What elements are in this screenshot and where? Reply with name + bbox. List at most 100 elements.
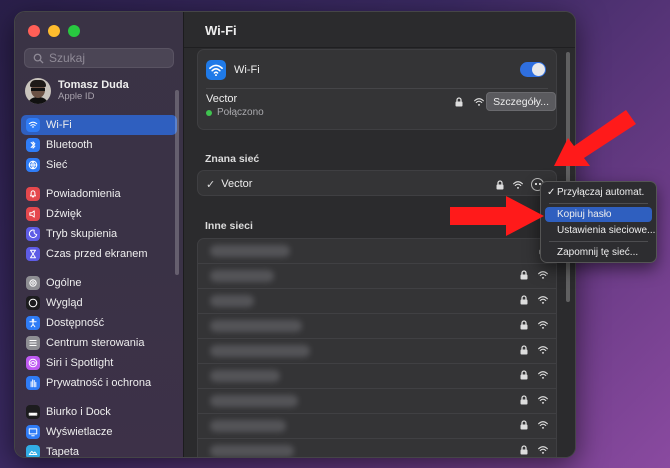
menu-item-network-settings[interactable]: Ustawienia sieciowe...: [545, 223, 655, 238]
speaker-icon: [26, 207, 40, 221]
minimize-button[interactable]: [48, 25, 60, 37]
sidebar-item-control-center[interactable]: Centrum sterowania: [21, 333, 177, 353]
sidebar-item-label: Tapeta: [46, 446, 80, 458]
sidebar-item-bluetooth[interactable]: Bluetooth: [21, 135, 177, 155]
status-dot-icon: [206, 109, 212, 116]
other-network-row[interactable]: [198, 264, 556, 289]
sidebar-item-label: Czas przed ekranem: [46, 248, 148, 260]
close-button[interactable]: [28, 25, 40, 37]
sidebar-item-globe[interactable]: Sieć: [21, 155, 177, 175]
wifi-signal-icon: [513, 180, 523, 189]
blurred-network-name: [210, 245, 290, 257]
wifi-card: Wi-Fi Vector Połączono Szczegóły...: [197, 49, 557, 130]
lock-icon: [520, 370, 528, 380]
other-network-row[interactable]: [198, 239, 556, 264]
wifi-signal-icon: [538, 321, 548, 329]
hand-icon: [26, 376, 40, 390]
sidebar-item-wallpaper[interactable]: Tapeta: [21, 442, 177, 458]
sidebar-item-label: Prywatność i ochrona: [46, 377, 152, 389]
sidebar-item-siri[interactable]: Siri i Spotlight: [21, 353, 177, 373]
lock-icon: [520, 295, 528, 305]
moon-icon: [26, 227, 40, 241]
sidebar: Tomasz Duda Apple ID Wi-Fi Bluetooth Sieć P…: [15, 12, 184, 457]
menu-item-copy-password[interactable]: Kopiuj hasło: [545, 207, 652, 222]
known-network-name: Vector: [221, 178, 253, 190]
gear-icon: [26, 276, 40, 290]
other-network-row[interactable]: [198, 364, 556, 389]
blurred-network-name: [210, 320, 302, 332]
blurred-network-name: [210, 395, 298, 407]
user-subtitle: Apple ID: [58, 91, 95, 102]
other-network-row[interactable]: [198, 414, 556, 439]
sidebar-item-label: Bluetooth: [46, 139, 93, 151]
wifi-icon: [26, 118, 40, 132]
wifi-signal-icon: [538, 446, 548, 454]
checkmark-icon: ✓: [547, 187, 556, 198]
wallpaper-icon: [26, 445, 40, 457]
other-network-row[interactable]: [198, 289, 556, 314]
other-network-row[interactable]: [198, 314, 556, 339]
blurred-network-name: [210, 270, 274, 282]
lock-icon: [520, 420, 528, 430]
sidebar-item-accessibility[interactable]: Dostępność: [21, 313, 177, 333]
sidebar-item-dock[interactable]: Biurko i Dock: [21, 402, 177, 422]
menu-item-auto-join[interactable]: ✓ Przyłączaj automat.: [545, 185, 652, 200]
known-networks-title: Znana sieć: [205, 153, 260, 165]
appearance-icon: [26, 296, 40, 310]
sidebar-item-label: Siri i Spotlight: [46, 357, 114, 369]
window-controls: [28, 25, 80, 37]
wifi-icon: [206, 60, 226, 80]
bluetooth-icon: [26, 138, 40, 152]
wifi-signal-icon: [538, 346, 548, 354]
menu-item-forget-network[interactable]: Zapomnij tę sieć...: [545, 245, 652, 260]
details-button[interactable]: Szczegóły...: [486, 92, 556, 111]
zoom-button[interactable]: [68, 25, 80, 37]
sidebar-item-label: Ogólne: [46, 277, 82, 289]
sidebar-item-label: Sieć: [46, 159, 68, 171]
known-networks-card: ✓ Vector: [197, 170, 557, 196]
wifi-signal-icon: [538, 296, 548, 304]
sidebar-item-speaker[interactable]: Dźwięk: [21, 204, 177, 224]
other-network-row[interactable]: [198, 389, 556, 414]
checkmark-icon: ✓: [206, 178, 216, 191]
sidebar-item-bell[interactable]: Powiadomienia: [21, 184, 177, 204]
search-input[interactable]: [49, 51, 159, 65]
wifi-signal-icon: [538, 271, 548, 279]
siri-icon: [26, 356, 40, 370]
page-title: Wi-Fi: [205, 23, 237, 38]
search-field[interactable]: [24, 48, 174, 68]
blurred-network-name: [210, 295, 254, 307]
other-network-row[interactable]: [198, 339, 556, 364]
sidebar-item-label: Biurko i Dock: [46, 406, 111, 418]
control-center-icon: [26, 336, 40, 350]
sidebar-item-hand[interactable]: Prywatność i ochrona: [21, 373, 177, 393]
other-network-row[interactable]: [198, 439, 556, 457]
current-network-name: Vector: [206, 93, 238, 105]
arrow-to-more-button-icon: [554, 110, 636, 166]
sidebar-item-label: Wi-Fi: [46, 119, 72, 131]
lock-icon: [520, 270, 528, 280]
search-icon: [33, 53, 44, 64]
sidebar-scrollbar[interactable]: [175, 90, 179, 275]
main-scrollbar[interactable]: [566, 52, 570, 302]
sidebar-item-hourglass[interactable]: Czas przed ekranem: [21, 244, 177, 264]
apple-id-profile[interactable]: Tomasz Duda Apple ID: [25, 78, 129, 104]
sidebar-item-label: Dźwięk: [46, 208, 82, 220]
sidebar-item-label: Dostępność: [46, 317, 105, 329]
connection-status: Połączono: [206, 107, 264, 118]
sidebar-item-label: Wyświetlacze: [46, 426, 113, 438]
wifi-toggle[interactable]: [520, 62, 546, 77]
lock-icon: [455, 97, 463, 107]
sidebar-item-label: Centrum sterowania: [46, 337, 145, 349]
lock-icon: [520, 345, 528, 355]
sidebar-item-gear[interactable]: Ogólne: [21, 273, 177, 293]
wifi-signal-icon: [474, 98, 484, 106]
sidebar-item-moon[interactable]: Tryb skupienia: [21, 224, 177, 244]
sidebar-item-wifi[interactable]: Wi-Fi: [21, 115, 177, 135]
sidebar-item-display[interactable]: Wyświetlacze: [21, 422, 177, 442]
dock-icon: [26, 405, 40, 419]
sidebar-item-appearance[interactable]: Wygląd: [21, 293, 177, 313]
wifi-signal-icon: [538, 421, 548, 429]
other-networks-title: Inne sieci: [205, 220, 253, 232]
blurred-network-name: [210, 345, 310, 357]
